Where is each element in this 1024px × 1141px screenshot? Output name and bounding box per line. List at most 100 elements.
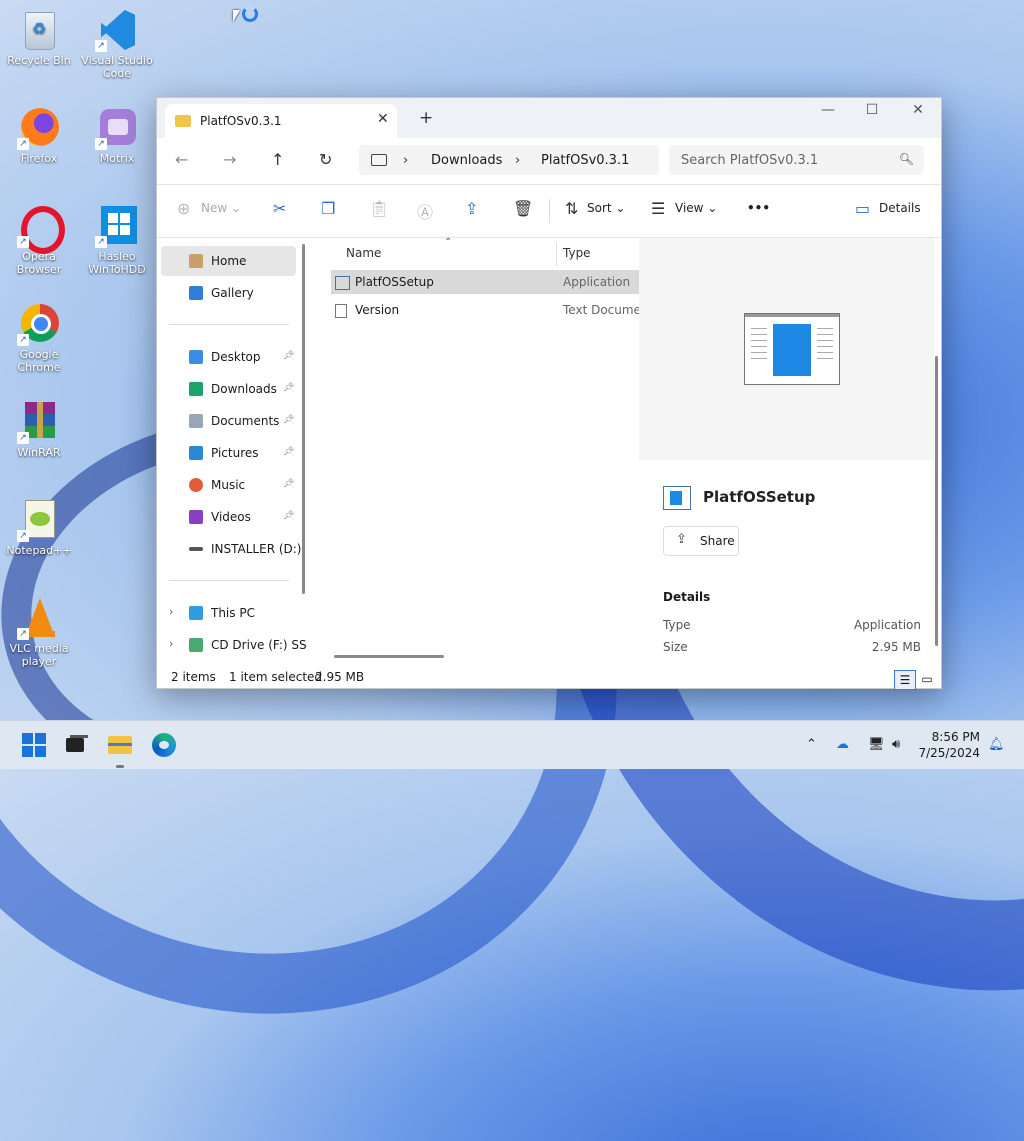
desktop-firefox[interactable]: ↗ Firefox [1,106,77,165]
network-icon[interactable]: 🖥︎ [868,737,885,752]
chrome-icon: ↗ [17,302,61,346]
detail-value-type: Application [853,618,921,632]
desktop-vscode[interactable]: ↗ Visual Studio Code [79,8,155,80]
shortcut-arrow-icon: ↗ [95,40,107,52]
edge-browser-icon[interactable] [150,731,178,759]
sort-button[interactable]: Sort ⌄ [587,201,625,215]
file-type: Application [563,275,631,289]
nav-label: Pictures [211,446,259,460]
refresh-icon[interactable]: ↻ [319,150,332,169]
nav-item-installer-drive[interactable]: INSTALLER (D:) [161,534,302,564]
close-window-button[interactable]: ✕ [903,102,933,118]
rename-icon[interactable]: Ⓐ [417,199,433,223]
share-label: Share [700,534,735,548]
new-tab-button[interactable]: + [419,108,433,128]
pin-icon[interactable]: 📌︎ [283,351,294,361]
paste-icon[interactable]: 📋︎ [369,199,389,218]
details-button[interactable]: Details [879,201,921,215]
file-explorer-window: PlatfOSv0.3.1 ✕ + — ☐ ✕ ← → ↑ ↻ › Downlo… [156,97,942,690]
close-tab-icon[interactable]: ✕ [377,111,389,127]
pin-icon[interactable]: 📌︎ [283,511,294,521]
desktop-winrar[interactable]: ↗ WinRAR [1,400,77,459]
minimize-button[interactable]: — [813,102,843,118]
details-scrollbar[interactable] [935,356,938,646]
column-header-type[interactable]: Type [563,246,591,260]
clock[interactable]: 8:56 PM 7/25/2024 [918,729,980,761]
file-explorer-taskbar-icon[interactable] [106,731,134,768]
preview-area [639,238,934,460]
nav-item-videos[interactable]: Videos 📌︎ [161,502,296,532]
desktop-recycle-bin[interactable]: ♻ Recycle Bin [1,8,77,67]
chevron-right-icon[interactable]: › [169,605,173,618]
volume-icon[interactable]: 🔊︎ [892,737,900,752]
shortcut-arrow-icon: ↗ [17,530,29,542]
nav-item-desktop[interactable]: Desktop 📌︎ [161,342,296,372]
shortcut-arrow-icon: ↗ [17,628,29,640]
column-header-name[interactable]: Name [346,246,381,260]
recycle-bin-icon: ♻ [17,8,61,52]
desktop-motrix[interactable]: ↗ Motrix [79,106,155,165]
nav-item-music[interactable]: Music 📌︎ [161,470,296,500]
pin-icon[interactable]: 📌︎ [283,447,294,457]
nav-label: Desktop [211,350,261,364]
nav-item-cd-drive[interactable]: › CD Drive (F:) SSS [161,630,307,660]
breadcrumb-downloads[interactable]: Downloads [431,153,502,168]
shortcut-arrow-icon: ↗ [17,138,29,150]
view-button[interactable]: View ⌄ [675,201,717,215]
new-button[interactable]: New ⌄ [201,201,241,215]
pin-icon[interactable]: 📌︎ [283,479,294,489]
desktop-wintohdd[interactable]: ↗ Hasleo WinToHDD [79,204,155,276]
share-button[interactable]: ⇪ Share [663,526,739,556]
desktop-vlc[interactable]: ↗ VLC media player [1,596,77,668]
column-divider[interactable] [556,242,557,266]
music-icon [189,478,203,492]
desktop-chrome[interactable]: ↗ Google Chrome [1,302,77,374]
task-view-icon[interactable] [62,731,90,759]
share-icon[interactable]: ⇪ [465,199,478,218]
pin-icon[interactable]: 📌︎ [283,415,294,425]
desktop-notepadpp[interactable]: ↗ Notepad++ [1,498,77,557]
tiles-view-icon[interactable]: ▭ [917,670,937,688]
nav-item-downloads[interactable]: Downloads 📌︎ [161,374,296,404]
maximize-button[interactable]: ☐ [857,102,887,118]
back-arrow-icon[interactable]: ← [175,150,188,169]
pin-icon[interactable]: 📌︎ [283,383,294,393]
file-row[interactable]: Version Text Documen [331,298,649,322]
toolbar-divider [549,199,550,223]
nav-label: Music [211,478,246,492]
search-placeholder: Search PlatfOSv0.3.1 [681,153,819,168]
nav-item-home[interactable]: Home [161,246,296,276]
file-row[interactable]: PlatfOSSetup Application [331,270,639,294]
breadcrumb-platfos[interactable]: PlatfOSv0.3.1 [541,153,629,168]
nav-item-gallery[interactable]: Gallery [161,278,296,308]
chevron-right-icon[interactable]: › [169,637,173,650]
copy-icon[interactable]: ❐ [321,199,335,218]
drive-icon [189,547,203,551]
show-hidden-icons-chevron-icon[interactable]: ⌃ [806,737,817,752]
pictures-icon [189,446,203,460]
file-name: Version [355,303,400,317]
nav-item-pictures[interactable]: Pictures 📌︎ [161,438,296,468]
computer-icon [371,154,387,166]
shortcut-arrow-icon: ↗ [17,236,29,248]
cut-icon[interactable]: ✂ [273,199,286,218]
details-view-icon[interactable]: ☰ [894,670,916,690]
up-arrow-icon[interactable]: ↑ [271,150,284,169]
delete-icon[interactable]: 🗑︎ [513,199,533,218]
desktop-opera[interactable]: ↗ Opera Browser [1,204,77,276]
nav-item-this-pc[interactable]: › This PC [161,598,296,628]
search-input[interactable]: Search PlatfOSv0.3.1 🔍︎ [669,145,924,175]
nav-item-documents[interactable]: Documents 📌︎ [161,406,296,436]
tab-platfos[interactable]: PlatfOSv0.3.1 ✕ [165,104,397,138]
nav-label: Documents [211,414,280,428]
view-label: View [675,201,704,215]
notification-bell-icon[interactable]: 🔔︎ [988,737,1005,752]
forward-arrow-icon[interactable]: → [223,150,236,169]
cloud-sync-icon[interactable]: ☁ [836,737,849,752]
title-bar[interactable]: PlatfOSv0.3.1 ✕ + — ☐ ✕ [157,98,941,138]
breadcrumb[interactable]: › Downloads › PlatfOSv0.3.1 [359,145,659,175]
nav-scrollbar[interactable] [302,244,305,594]
start-windows-icon[interactable] [20,731,48,759]
horizontal-scrollbar[interactable] [334,655,444,658]
more-options-button[interactable]: ••• [747,201,770,215]
